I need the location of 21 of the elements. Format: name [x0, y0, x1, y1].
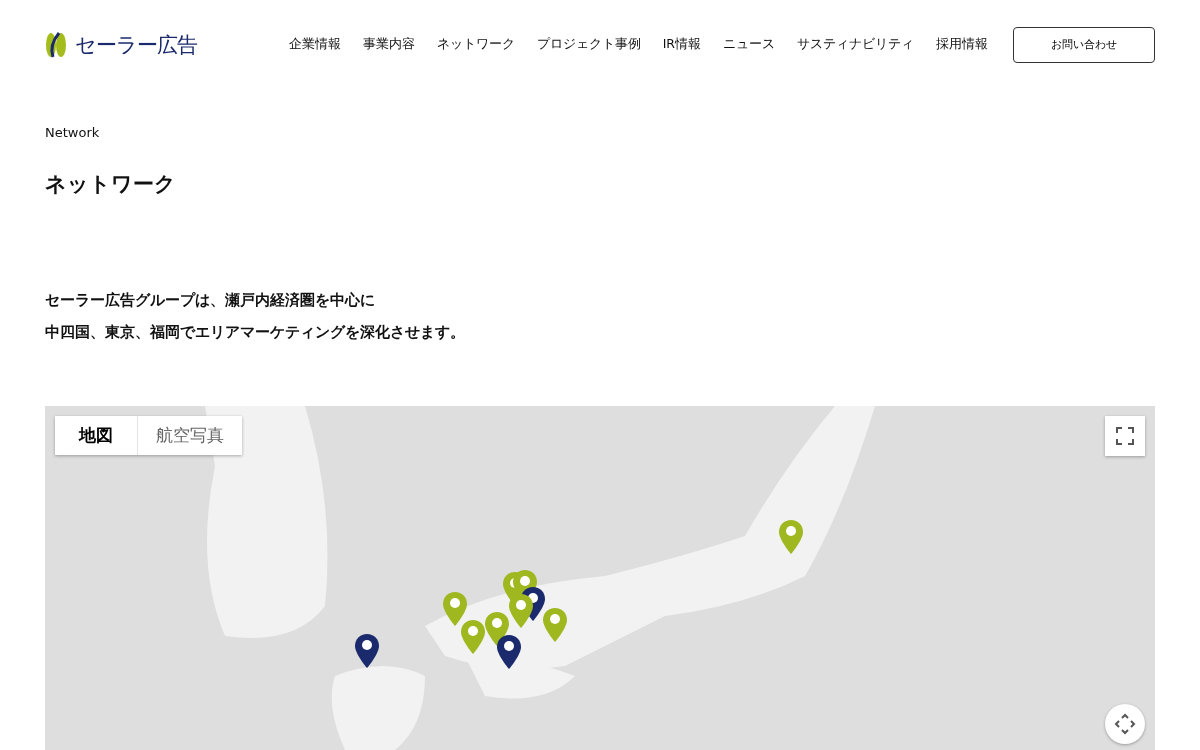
section-title: ネットワーク — [45, 171, 177, 198]
fullscreen-button[interactable] — [1105, 416, 1145, 456]
nav-link[interactable]: 企業情報 — [288, 36, 341, 53]
four-arrows-icon — [1114, 713, 1136, 735]
nav-link[interactable]: ニュース — [723, 36, 775, 53]
map-type-tab[interactable]: 航空写真 — [138, 416, 242, 455]
nav-link[interactable]: IR情報 — [662, 36, 701, 53]
contact-button[interactable]: お問い合わせ — [1013, 26, 1155, 63]
nav-link[interactable]: プロジェクト事例 — [536, 36, 641, 53]
nav-link[interactable]: サスティナビリティ — [797, 36, 914, 53]
lead-text: セーラー広告グループは、瀬戸内経済圏を中心に — [45, 291, 376, 310]
lead-text: 中四国、東京、福岡でエリアマーケティングを深化させます。 — [45, 323, 466, 342]
nav-link[interactable]: 事業内容 — [362, 36, 415, 53]
nav-link[interactable]: 採用情報 — [936, 36, 988, 53]
fullscreen-icon — [1116, 427, 1134, 445]
camera-control-button[interactable] — [1105, 704, 1145, 744]
section-eyebrow: Network — [45, 125, 101, 140]
logo-text[interactable]: セーラー広告 — [75, 30, 197, 59]
logo-icon — [45, 31, 67, 58]
nav-link[interactable]: ネットワーク — [436, 36, 515, 53]
map-type-tab[interactable]: 地図 — [55, 416, 138, 455]
